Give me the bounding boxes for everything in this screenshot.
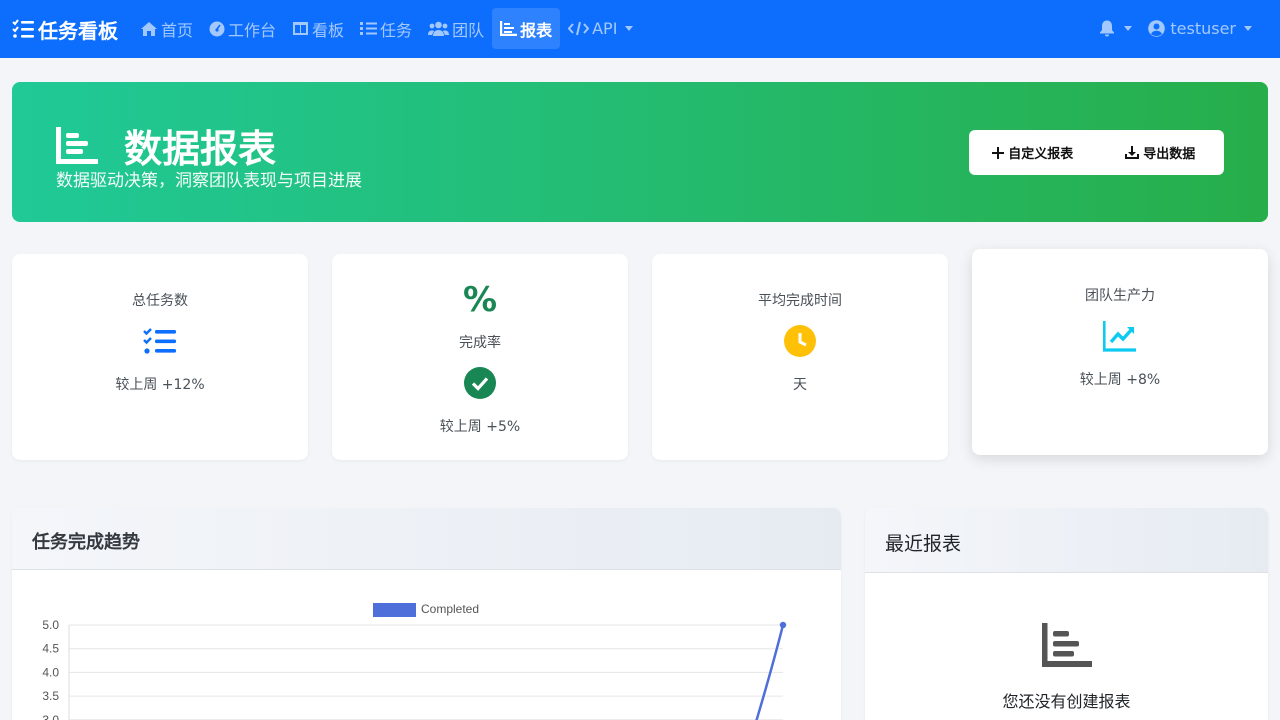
plus-icon: [992, 146, 1005, 159]
stat-card-total-tasks: 总任务数 较上周 +12%: [12, 254, 308, 460]
task-completion-trend-panel: 任务完成趋势 Completed 5.0 4.5 4.0 3.5 3.0: [12, 508, 841, 720]
custom-report-button[interactable]: 自定义报表: [969, 130, 1097, 175]
nav-tasks-label: 任务: [380, 20, 413, 40]
stat-footer: 较上周 +8%: [1079, 372, 1161, 388]
nav-api-label: API: [592, 19, 618, 38]
chart-icon: [1042, 623, 1092, 671]
nav-team-label: 团队: [452, 20, 485, 40]
user-menu-dropdown[interactable]: testuser: [1140, 8, 1260, 49]
stat-footer: 天: [793, 377, 807, 393]
page-title: 数据报表: [56, 118, 276, 173]
stat-footer: 较上周 +5%: [439, 419, 521, 435]
page-title-text: 数据报表: [124, 127, 277, 171]
panel-title: 最近报表: [885, 533, 962, 555]
panel-header: 任务完成趋势: [12, 508, 841, 570]
y-tick-label: 5.0: [42, 618, 59, 632]
tasks-icon: [360, 22, 378, 35]
legend-swatch: [373, 603, 416, 617]
user-circle-icon: [1148, 20, 1166, 37]
home-icon: [141, 21, 157, 36]
panel-header: 最近报表: [865, 508, 1268, 573]
reports-hero-banner: 数据报表 数据驱动决策，洞察团队表现与项目进展 自定义报表 导出数据: [12, 82, 1268, 222]
y-tick-label: 4.5: [42, 642, 59, 656]
stat-label: 平均完成时间: [758, 293, 842, 309]
y-tick-label: 3.5: [42, 689, 59, 703]
y-tick-label: 4.0: [42, 665, 59, 679]
dashboard-icon: [209, 21, 225, 36]
line-chart-icon: [1102, 320, 1137, 356]
nav-team[interactable]: 团队: [420, 8, 492, 49]
stat-value: %: [462, 280, 498, 320]
chart-icon: [500, 21, 518, 36]
brand[interactable]: 任务看板: [12, 15, 118, 43]
chart-icon: [56, 126, 98, 164]
chevron-down-icon: [625, 26, 634, 31]
hero-button-group: 自定义报表 导出数据: [969, 130, 1224, 175]
nav-kanban[interactable]: 看板: [284, 8, 352, 49]
code-icon: [568, 21, 590, 36]
top-navbar: 任务看板 首页 工作台 看板 任务 团队 报表 API testuser: [0, 0, 1280, 58]
nav-workbench-label: 工作台: [228, 20, 277, 40]
data-point: [779, 621, 787, 629]
custom-report-label: 自定义报表: [1008, 147, 1074, 162]
stat-label: 完成率: [459, 335, 501, 351]
chevron-down-icon: [1124, 26, 1133, 31]
stat-footer: 较上周 +12%: [115, 377, 205, 393]
nav-reports[interactable]: 报表: [492, 8, 561, 49]
tasks-icon: [12, 19, 34, 38]
users-icon: [428, 21, 450, 36]
columns-icon: [293, 22, 309, 35]
username: testuser: [1170, 19, 1236, 38]
nav-api-dropdown[interactable]: API: [560, 8, 641, 49]
panel-title: 任务完成趋势: [32, 532, 140, 553]
stat-card-avg-completion-time: 平均完成时间 天: [652, 254, 948, 460]
notifications-dropdown[interactable]: [1091, 8, 1140, 49]
nav-kanban-label: 看板: [312, 20, 345, 40]
nav-tasks[interactable]: 任务: [352, 8, 420, 49]
export-data-button[interactable]: 导出数据: [1097, 130, 1225, 175]
nav-workbench[interactable]: 工作台: [201, 8, 284, 49]
recent-reports-panel: 最近报表 您还没有创建报表: [865, 508, 1268, 720]
stat-card-completion-rate: % 完成率 较上周 +5%: [332, 254, 628, 460]
brand-name: 任务看板: [38, 18, 118, 43]
trend-line-chart: Completed 5.0 4.5 4.0 3.5 3.0: [42, 602, 787, 720]
tasks-icon: [143, 328, 177, 360]
nav-home-label: 首页: [161, 20, 194, 40]
page-subtitle: 数据驱动决策，洞察团队表现与项目进展: [56, 171, 362, 191]
stat-card-team-productivity: 团队生产力 较上周 +8%: [972, 249, 1268, 455]
nav-home[interactable]: 首页: [132, 8, 201, 49]
chevron-down-icon: [1244, 26, 1252, 31]
clock-icon: [784, 325, 816, 361]
empty-state-text: 您还没有创建报表: [1002, 692, 1131, 711]
check-circle-icon: [464, 367, 496, 403]
main-nav: 首页 工作台 看板 任务 团队 报表 API: [132, 8, 641, 49]
nav-reports-label: 报表: [520, 20, 553, 40]
y-tick-label: 3.0: [42, 713, 59, 720]
download-icon: [1125, 146, 1140, 159]
bell-icon: [1100, 20, 1115, 37]
nav-right: testuser: [1091, 8, 1260, 49]
stat-label: 总任务数: [132, 293, 188, 309]
export-data-label: 导出数据: [1143, 147, 1196, 162]
stat-label: 团队生产力: [1085, 288, 1155, 304]
legend-label: Completed: [421, 602, 479, 616]
